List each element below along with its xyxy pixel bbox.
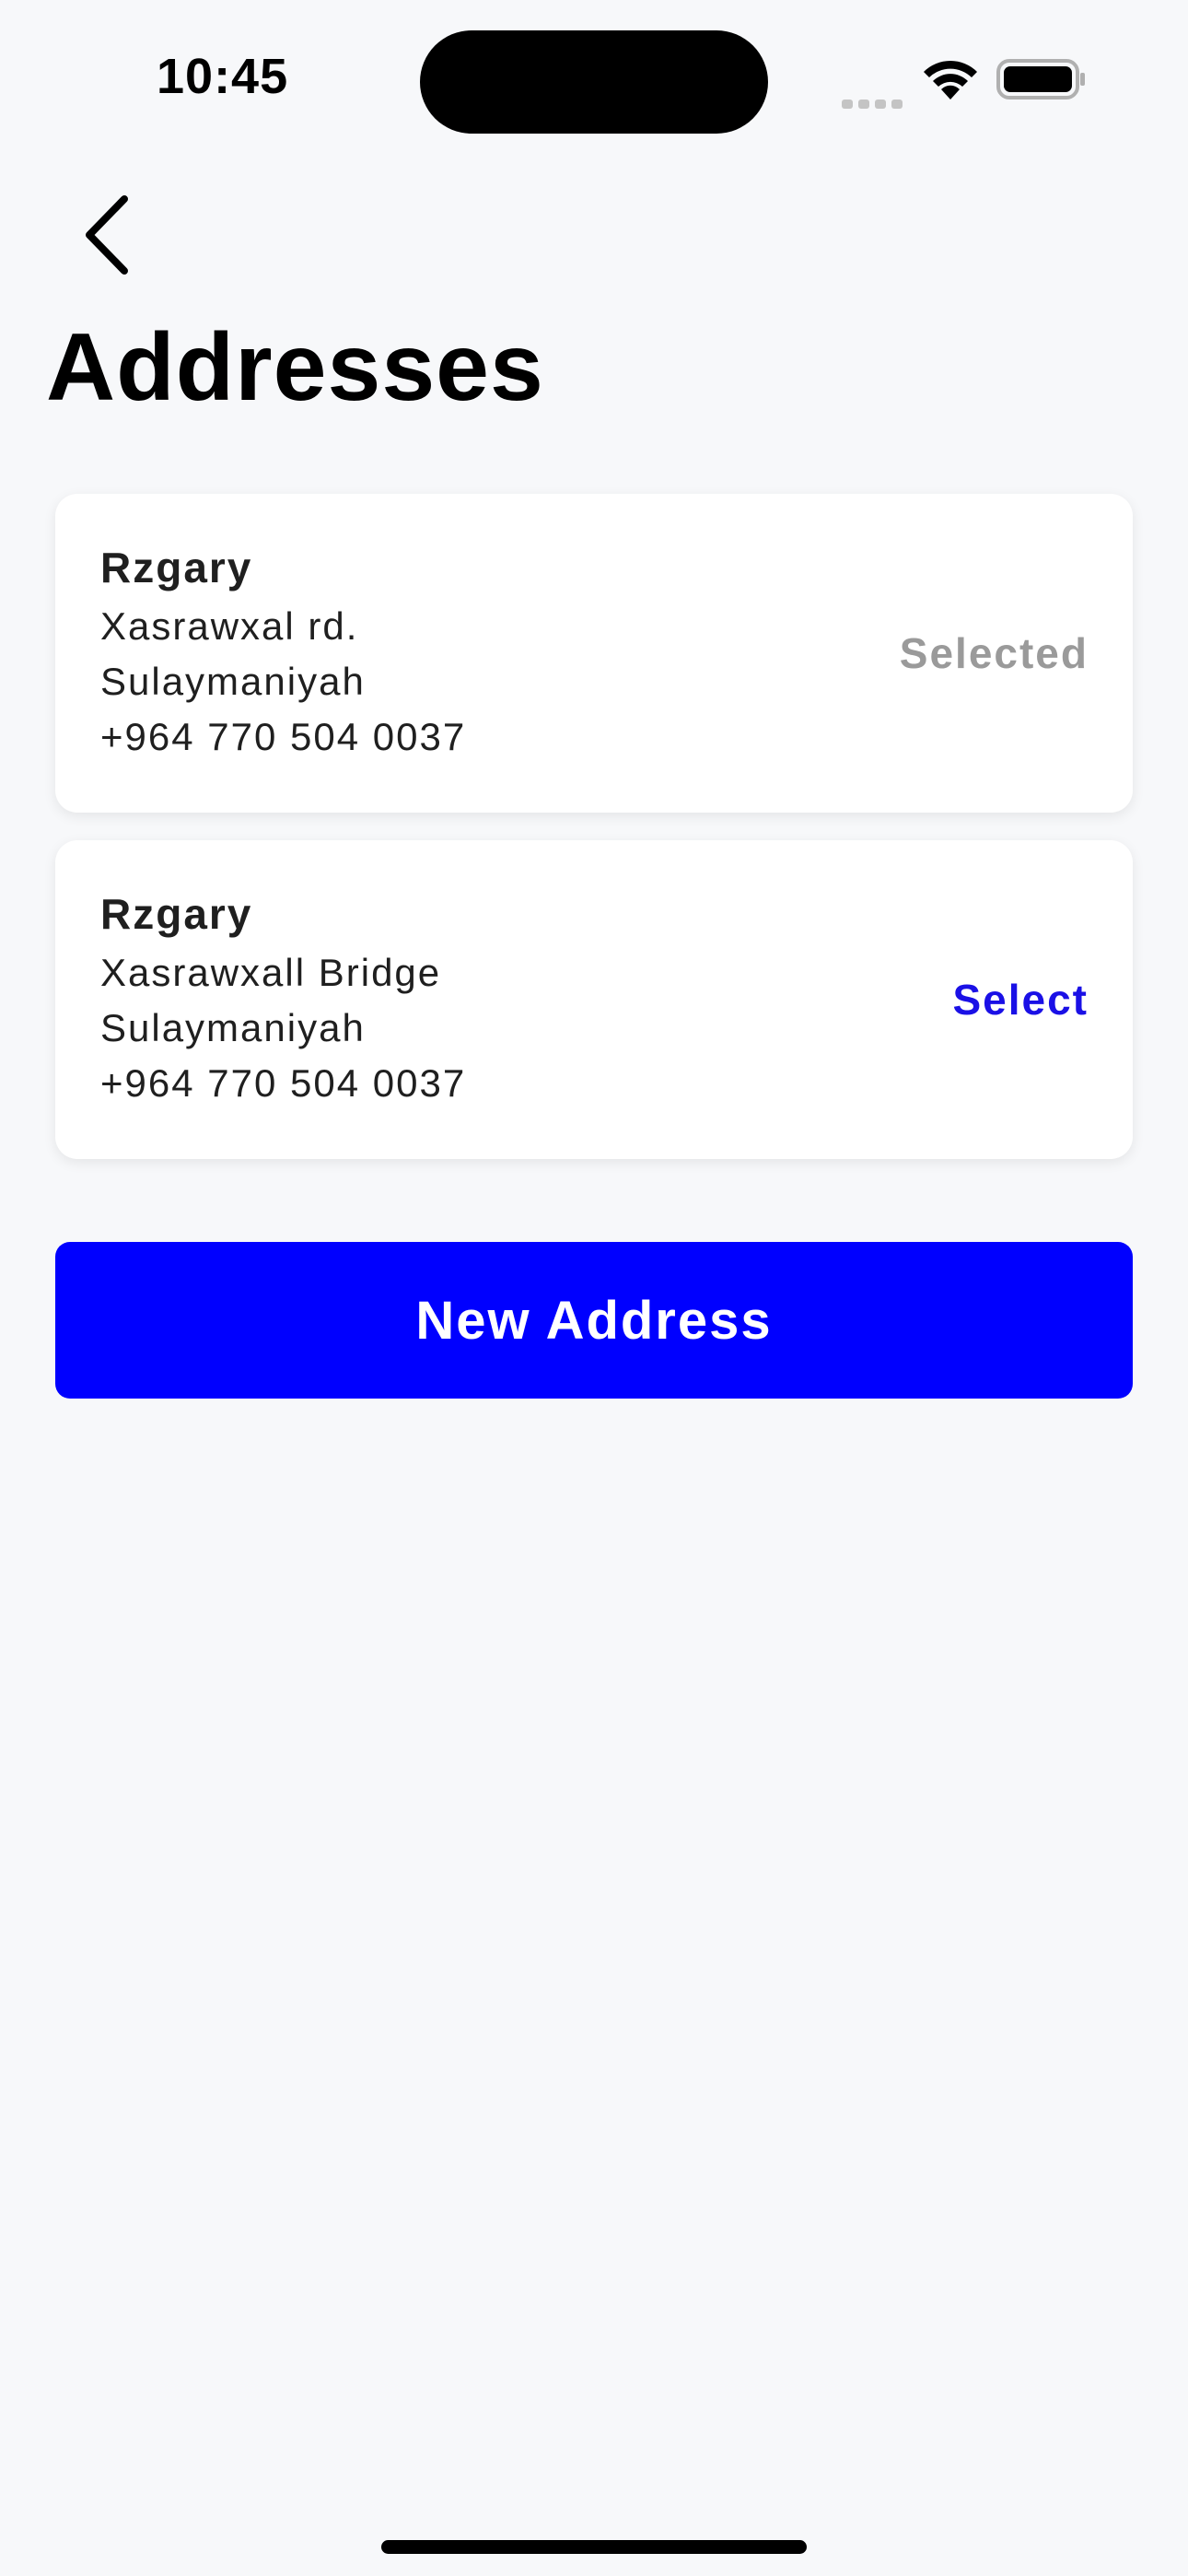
dynamic-island bbox=[420, 30, 768, 134]
wifi-icon bbox=[924, 60, 977, 100]
home-indicator[interactable] bbox=[381, 2540, 807, 2554]
address-list: Rzgary Xasrawxal rd. Sulaymaniyah +964 7… bbox=[55, 494, 1133, 1187]
new-address-button[interactable]: New Address bbox=[55, 1242, 1133, 1399]
address-name: Rzgary bbox=[100, 890, 253, 938]
battery-icon bbox=[996, 59, 1085, 100]
cellular-signal-icon bbox=[842, 100, 903, 109]
address-name: Rzgary bbox=[100, 544, 253, 591]
address-city: Sulaymaniyah bbox=[100, 1006, 366, 1049]
address-street: Xasrawxall Bridge bbox=[100, 951, 442, 994]
selected-label: Selected bbox=[899, 629, 1089, 677]
address-phone: +964 770 504 0037 bbox=[100, 715, 467, 758]
select-address-button[interactable]: Select bbox=[952, 975, 1089, 1025]
back-button[interactable] bbox=[66, 184, 149, 286]
address-card-selected: Rzgary Xasrawxal rd. Sulaymaniyah +964 7… bbox=[55, 494, 1133, 813]
page-title: Addresses bbox=[46, 314, 544, 421]
status-time: 10:45 bbox=[157, 49, 289, 104]
address-phone: +964 770 504 0037 bbox=[100, 1061, 467, 1105]
address-card: Rzgary Xasrawxall Bridge Sulaymaniyah +9… bbox=[55, 840, 1133, 1159]
chevron-left-icon bbox=[86, 195, 128, 275]
